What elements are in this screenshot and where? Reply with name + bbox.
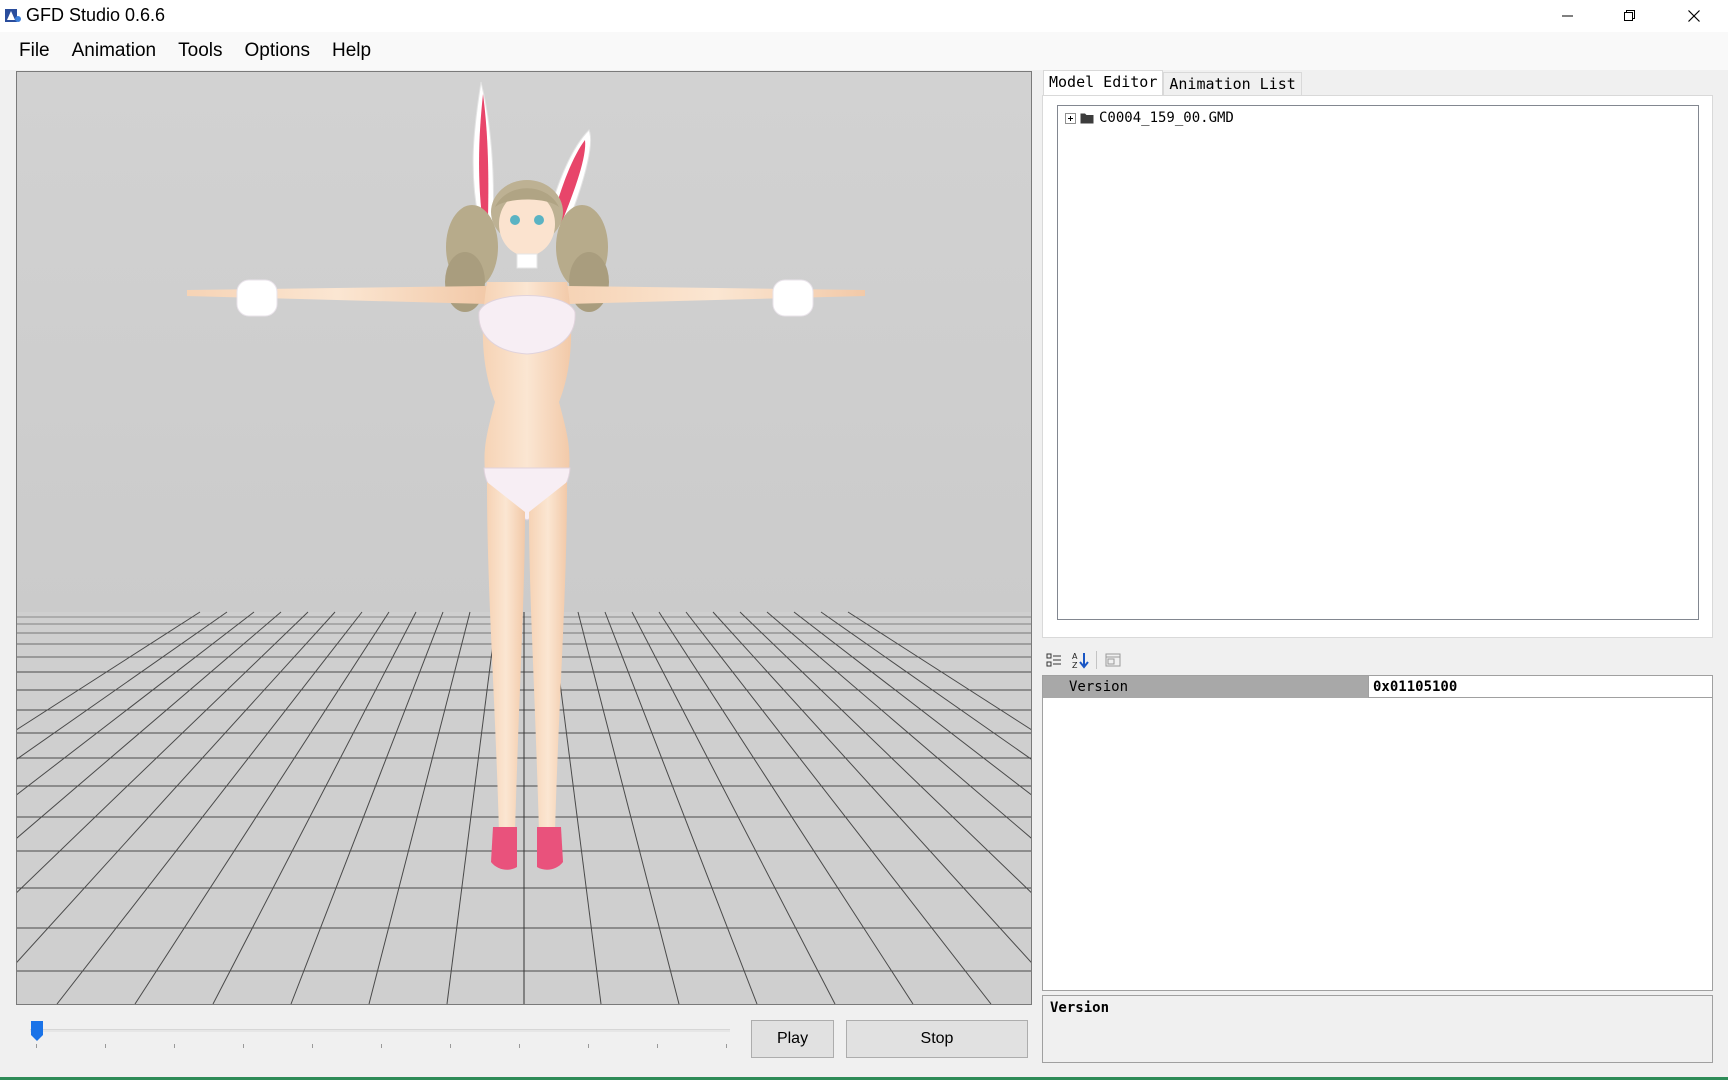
alphabetical-button[interactable]: A Z bbox=[1070, 650, 1090, 670]
tree-node-label: C0004_159_00.GMD bbox=[1099, 110, 1234, 126]
tree-node-root[interactable]: C0004_159_00.GMD bbox=[1065, 109, 1234, 127]
viewport-scene bbox=[17, 72, 1031, 1004]
tab-model-editor[interactable]: Model Editor bbox=[1043, 70, 1164, 96]
editor-tabs: Model Editor Animation List bbox=[1043, 70, 1302, 96]
timeline-tick bbox=[519, 1044, 520, 1048]
app-icon bbox=[5, 9, 21, 22]
property-row[interactable]: Version 0x01105100 bbox=[1043, 676, 1712, 698]
restore-button[interactable] bbox=[1600, 0, 1660, 32]
svg-text:Z: Z bbox=[1072, 661, 1078, 669]
minimize-button[interactable] bbox=[1538, 0, 1598, 32]
menu-bar: File Animation Tools Options Help bbox=[0, 32, 1728, 70]
timeline-slider[interactable] bbox=[26, 1018, 732, 1058]
timeline-tick bbox=[381, 1044, 382, 1048]
title-bar[interactable]: GFD Studio 0.6.6 bbox=[0, 0, 1728, 32]
play-button[interactable]: Play bbox=[751, 1020, 834, 1058]
property-name[interactable]: Version bbox=[1043, 676, 1368, 698]
property-pages-icon bbox=[1105, 653, 1121, 667]
close-icon bbox=[1688, 10, 1700, 22]
alphabetical-sort-icon: A Z bbox=[1072, 652, 1089, 669]
property-value[interactable]: 0x01105100 bbox=[1368, 676, 1712, 698]
timeline-tick bbox=[312, 1044, 313, 1048]
timeline-tick bbox=[726, 1044, 727, 1048]
property-grid-toolbar: A Z bbox=[1044, 648, 1123, 672]
property-pages-button[interactable] bbox=[1103, 650, 1123, 670]
timeline-tick bbox=[174, 1044, 175, 1048]
menu-tools[interactable]: Tools bbox=[167, 36, 233, 66]
minimize-icon bbox=[1562, 15, 1573, 17]
timeline-track[interactable] bbox=[30, 1029, 730, 1032]
menu-help[interactable]: Help bbox=[321, 36, 382, 66]
menu-options[interactable]: Options bbox=[233, 36, 320, 66]
property-description: Version bbox=[1042, 995, 1713, 1063]
model-editor-panel: C0004_159_00.GMD bbox=[1042, 95, 1713, 638]
timeline-thumb[interactable] bbox=[30, 1020, 44, 1042]
timeline-tick bbox=[588, 1044, 589, 1048]
categorized-button[interactable] bbox=[1044, 650, 1064, 670]
close-button[interactable] bbox=[1664, 0, 1724, 32]
model-tree[interactable]: C0004_159_00.GMD bbox=[1057, 105, 1699, 620]
timeline-tick bbox=[657, 1044, 658, 1048]
tab-animation-list[interactable]: Animation List bbox=[1163, 72, 1302, 96]
timeline-tick bbox=[243, 1044, 244, 1048]
menu-file[interactable]: File bbox=[8, 36, 61, 66]
menu-animation[interactable]: Animation bbox=[61, 36, 168, 66]
app-window: GFD Studio 0.6.6 File Animation Tools Op… bbox=[0, 0, 1728, 1080]
stop-button[interactable]: Stop bbox=[846, 1020, 1028, 1058]
expand-icon[interactable] bbox=[1065, 112, 1076, 124]
toolbar-separator bbox=[1096, 651, 1097, 669]
model-viewport[interactable] bbox=[16, 71, 1032, 1005]
window-title: GFD Studio 0.6.6 bbox=[26, 5, 166, 25]
timeline-tick bbox=[450, 1044, 451, 1048]
folder-icon bbox=[1080, 113, 1094, 124]
restore-icon bbox=[1624, 10, 1635, 21]
property-grid[interactable]: Version 0x01105100 bbox=[1042, 675, 1713, 991]
timeline-tick bbox=[36, 1044, 37, 1048]
svg-text:A: A bbox=[1072, 652, 1078, 661]
description-title: Version bbox=[1050, 1000, 1110, 1016]
categorized-icon bbox=[1046, 653, 1061, 667]
timeline-tick bbox=[105, 1044, 106, 1048]
ground-grid bbox=[17, 611, 1031, 1004]
